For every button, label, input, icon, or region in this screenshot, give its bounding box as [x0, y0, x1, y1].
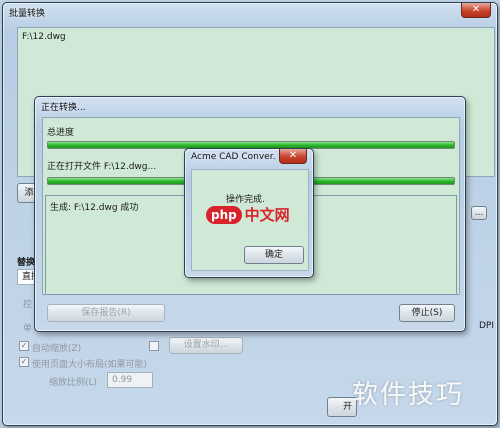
progress-title: 正在转换... — [41, 103, 86, 113]
php-logo-watermark: php 中文网 — [206, 204, 290, 226]
message-box-title: Acme CAD Conver... — [191, 152, 275, 162]
dpi-label: DPI — [479, 321, 495, 331]
php-logo-icon: php — [206, 205, 242, 224]
set-watermark-button[interactable]: 设置水印... — [169, 337, 243, 354]
auto-zoom-checkbox[interactable]: ✓ — [19, 341, 29, 351]
scale-input[interactable]: 0.99 — [107, 372, 153, 388]
page-layout-checkbox[interactable]: ✓ — [19, 357, 29, 367]
main-close-button[interactable]: ✕ — [461, 3, 491, 18]
stop-button[interactable]: 停止(S) — [399, 304, 455, 322]
watermark-checkbox[interactable] — [149, 341, 159, 351]
browse-button-small[interactable]: ... — [471, 206, 487, 220]
message-box-close-button[interactable]: ✕ — [279, 149, 307, 164]
batch-convert-title: 批量转换 — [9, 9, 46, 19]
total-progress-label: 总进度 — [47, 128, 75, 138]
muted-label-2: 单 — [23, 324, 33, 334]
page-layout-label: 使用页面大小布局(如果可能) — [32, 360, 148, 370]
auto-zoom-label: 自动缩放(Z) — [32, 344, 82, 354]
corner-watermark: 软件技巧 — [352, 380, 465, 410]
php-logo-text: 中文网 — [244, 206, 290, 224]
scale-label: 缩放比例(L) — [49, 378, 98, 388]
muted-label-1: 控 — [23, 300, 33, 310]
file-list-item[interactable]: F:\12.dwg — [22, 32, 66, 42]
ok-button[interactable]: 确定 — [244, 246, 304, 264]
log-line: 生成: F:\12.dwg 成功 — [50, 203, 139, 213]
save-report-button[interactable]: 保存报告(R) — [47, 304, 165, 322]
section-label: 替换 — [17, 258, 36, 268]
current-file-label: 正在打开文件 F:\12.dwg... — [47, 162, 157, 172]
